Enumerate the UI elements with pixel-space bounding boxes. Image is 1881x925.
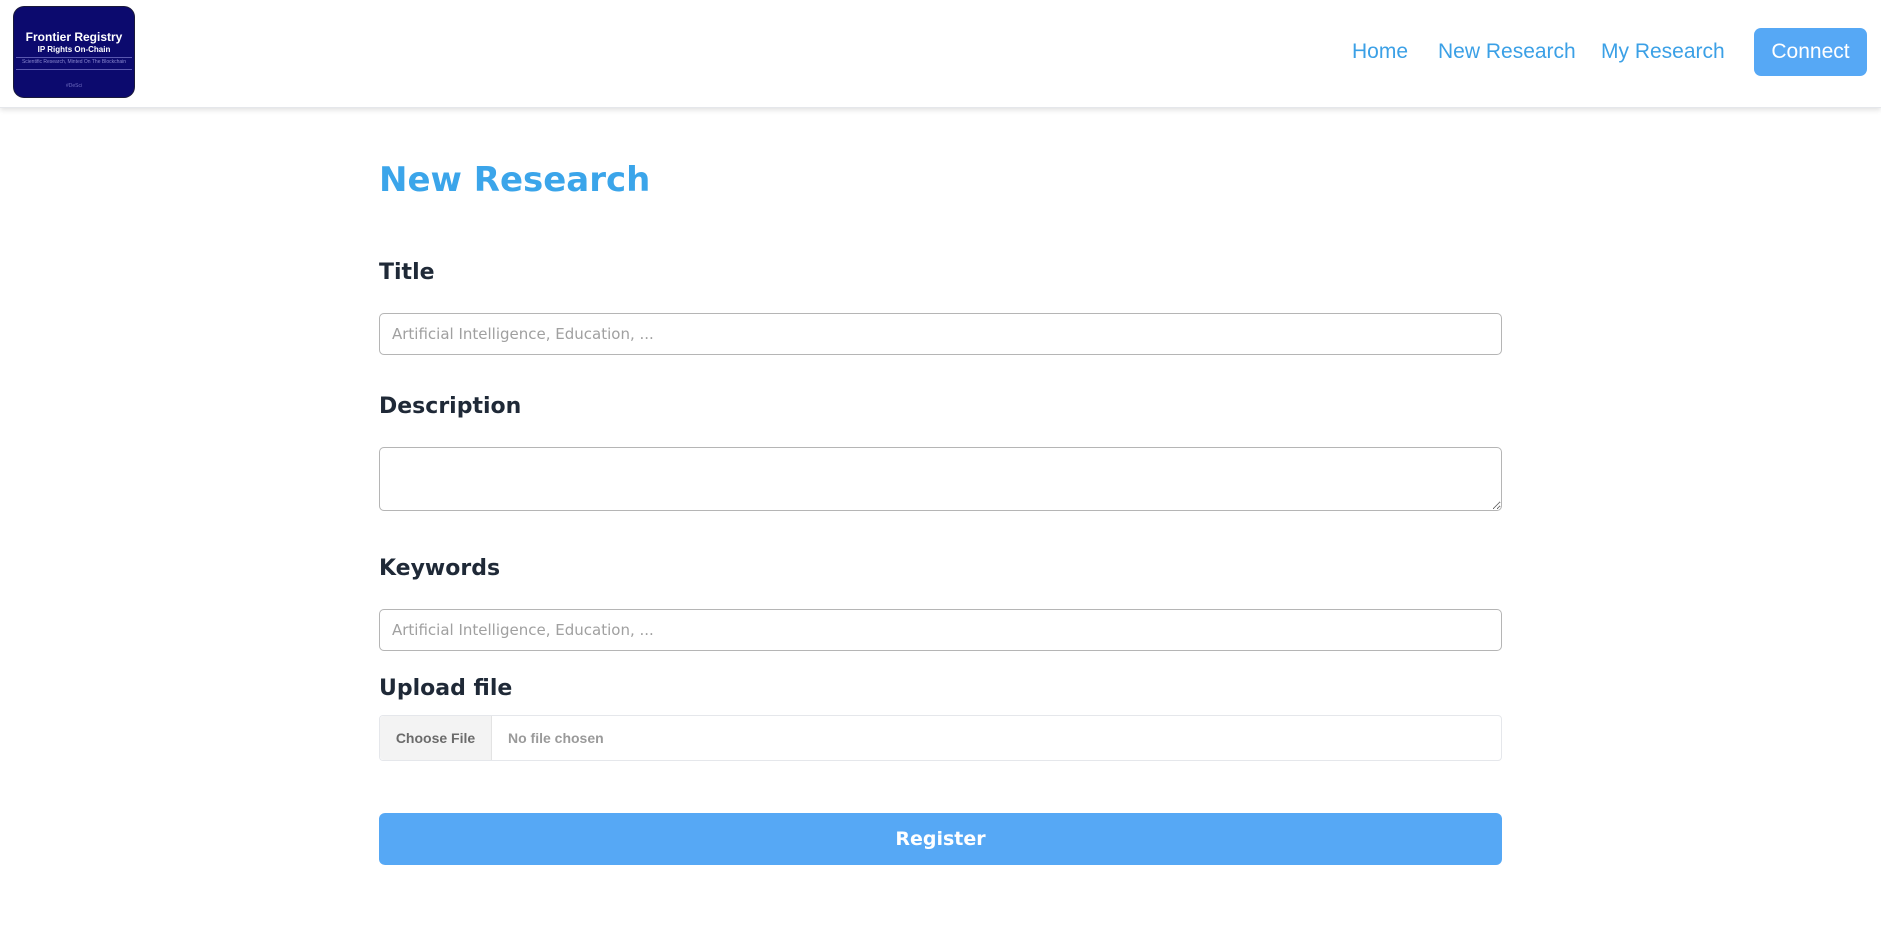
title-input[interactable] (379, 313, 1502, 355)
top-navbar: Frontier Registry IP Rights On-Chain Sci… (0, 0, 1881, 108)
logo-footer: #DeSci (65, 83, 83, 89)
register-button[interactable]: Register (379, 813, 1502, 865)
page-title: New Research (379, 160, 651, 200)
logo-divider (16, 57, 132, 58)
logo-tagline: Scientific Research, Minted On The Block… (21, 59, 127, 65)
keywords-input[interactable] (379, 609, 1502, 651)
nav-home-link[interactable]: Home (1352, 40, 1408, 64)
nav-my-research-link[interactable]: My Research (1601, 40, 1725, 64)
description-textarea[interactable] (379, 447, 1502, 511)
keywords-label: Keywords (379, 556, 501, 581)
upload-file-label: Upload file (379, 676, 513, 701)
file-upload-field[interactable]: Choose File No file chosen (379, 715, 1502, 761)
logo-subtitle: IP Rights On-Chain (37, 45, 111, 54)
logo-title: Frontier Registry (25, 30, 123, 44)
nav-new-research-link[interactable]: New Research (1438, 40, 1576, 64)
choose-file-button[interactable]: Choose File (380, 716, 492, 760)
file-status-text: No file chosen (508, 730, 604, 746)
description-label: Description (379, 394, 522, 419)
logo-divider (16, 69, 132, 70)
connect-button[interactable]: Connect (1754, 28, 1867, 76)
title-label: Title (379, 260, 435, 285)
frontier-registry-logo[interactable]: Frontier Registry IP Rights On-Chain Sci… (14, 7, 134, 97)
